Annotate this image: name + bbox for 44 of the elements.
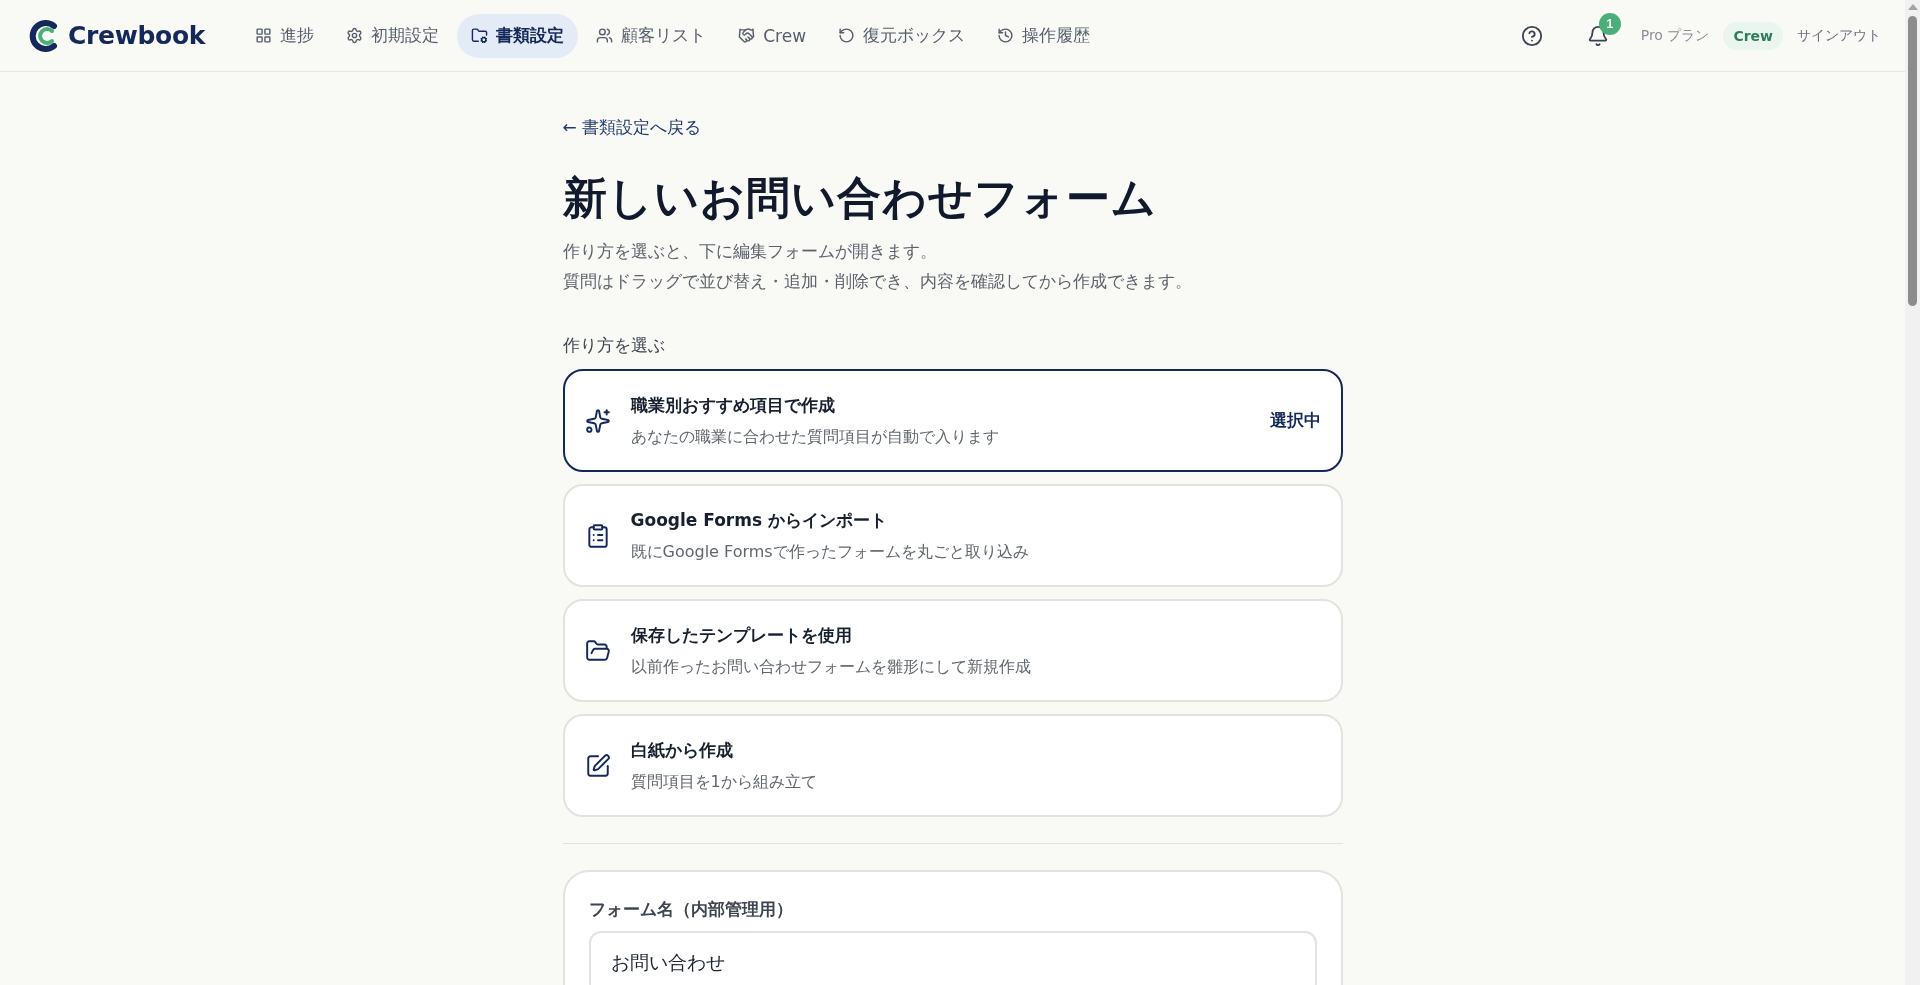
notification-count: 1 bbox=[1598, 12, 1621, 35]
field-label: フォーム名（内部管理用） bbox=[588, 898, 794, 921]
users-icon bbox=[596, 27, 614, 44]
user-pill: Crew bbox=[1723, 21, 1783, 50]
description-text: 質問はドラッグで並び替え・追加・削除でき、内容を確認してから作成できます。 bbox=[562, 270, 1193, 293]
nav-tab[interactable]: 初期設定 bbox=[332, 13, 454, 58]
sparkles-icon bbox=[584, 407, 611, 434]
option-description: あなたの職業に合わせた質問項目が自動で入ります bbox=[630, 426, 1000, 448]
back-link[interactable]: ← 書類設定へ戻る bbox=[562, 116, 702, 139]
selected-status: 選択中 bbox=[1269, 409, 1321, 432]
nav-tab[interactable]: 進捗 bbox=[241, 13, 329, 58]
option-title: 白紙から作成 bbox=[630, 738, 734, 762]
grid-icon bbox=[255, 27, 273, 44]
nav-tab[interactable]: 復元ボックス bbox=[824, 13, 980, 58]
option-title: 保存したテンプレートを使用 bbox=[630, 623, 853, 647]
folder-gear-icon bbox=[471, 27, 489, 44]
description-text: 作り方を選ぶと、下に編集フォームが開きます。 bbox=[562, 240, 938, 263]
form-name-field[interactable]: お問い合わせ bbox=[588, 931, 1317, 985]
history-icon bbox=[997, 27, 1015, 44]
page-title: 新しいお問い合わせフォーム bbox=[562, 171, 1158, 225]
nav-tab[interactable]: 顧客リスト bbox=[582, 13, 721, 58]
folder-icon bbox=[584, 637, 611, 664]
bell-icon bbox=[1586, 24, 1609, 47]
method-option-card[interactable]: 職業別おすすめ項目で作成 あなたの職業に合わせた質問項目が自動で入ります 選択中 bbox=[562, 369, 1343, 472]
plan-label: Pro プラン bbox=[1640, 26, 1710, 45]
method-option-card[interactable]: Google Forms からインポート 既にGoogle Formsで作ったフォームを丸ごと取り込み bbox=[562, 484, 1343, 587]
option-description: 既にGoogle Formsで作ったフォームを丸ごと取り込み bbox=[630, 541, 1030, 563]
undo-icon bbox=[838, 27, 856, 44]
option-description: 以前作ったお問い合わせフォームを雛形にして新規作成 bbox=[630, 656, 1032, 678]
option-description: 質問項目を1から組み立て bbox=[630, 771, 818, 793]
edit-icon bbox=[584, 752, 611, 779]
option-title: Google Forms からインポート bbox=[630, 508, 888, 532]
sign-out-link[interactable]: サインアウト bbox=[1797, 26, 1881, 45]
help-icon bbox=[1520, 24, 1543, 47]
logo-text: Crewbook bbox=[68, 21, 206, 50]
method-option-card[interactable]: 保存したテンプレートを使用 以前作ったお問い合わせフォームを雛形にして新規作成 bbox=[562, 599, 1343, 702]
settings-icon bbox=[346, 27, 364, 44]
nav-tab[interactable]: Crew bbox=[724, 13, 821, 58]
section-label: 作り方を選ぶ bbox=[562, 334, 666, 357]
method-option-card[interactable]: 白紙から作成 質問項目を1から組み立て bbox=[562, 714, 1343, 817]
nav-tab[interactable]: 操作履歴 bbox=[983, 13, 1105, 58]
option-title: 職業別おすすめ項目で作成 bbox=[630, 393, 836, 417]
handshake-icon bbox=[738, 27, 756, 44]
nav-tab[interactable]: 書類設定 bbox=[457, 13, 579, 58]
